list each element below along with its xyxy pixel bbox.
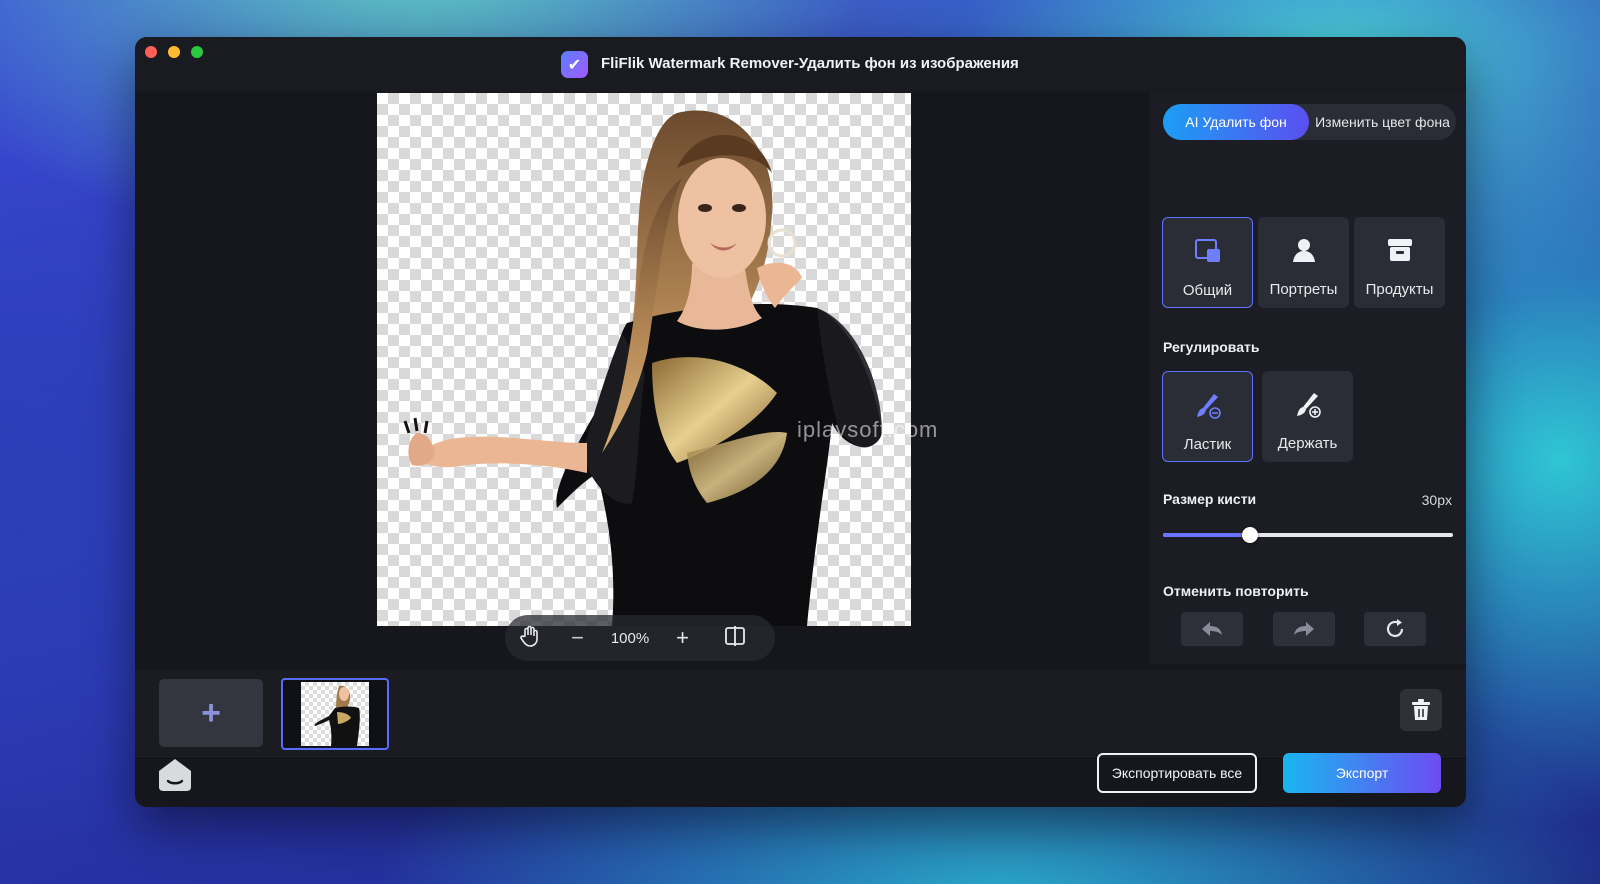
- title-bar: ✔ FliFlik Watermark Remover-Удалить фон …: [135, 37, 1466, 92]
- keep-tool-button[interactable]: Держать: [1262, 371, 1353, 462]
- undo-icon: [1202, 622, 1222, 636]
- adjust-heading: Регулировать: [1163, 339, 1260, 355]
- minimize-window-button[interactable]: [168, 46, 180, 58]
- zoom-out-button[interactable]: −: [555, 625, 600, 651]
- zoom-in-button[interactable]: +: [660, 625, 705, 651]
- brush-size-slider[interactable]: [1163, 527, 1453, 543]
- refresh-icon: [1386, 619, 1404, 638]
- window-title: FliFlik Watermark Remover-Удалить фон из…: [601, 55, 1019, 72]
- keep-tool-label: Держать: [1277, 435, 1338, 452]
- tab-change-bg-color[interactable]: Изменить цвет фона: [1309, 104, 1456, 140]
- mode-switch: AI Удалить фон Изменить цвет фона: [1163, 104, 1456, 140]
- tab-ai-remove-bg[interactable]: AI Удалить фон: [1163, 104, 1309, 140]
- undo-redo-heading: Отменить повторить: [1163, 583, 1309, 599]
- mode-portraits-label: Портреты: [1269, 281, 1338, 298]
- eraser-brush-icon: [1196, 394, 1221, 419]
- brush-size-fill: [1163, 533, 1250, 537]
- hand-pan-icon[interactable]: [505, 625, 555, 652]
- zoom-window-button[interactable]: [191, 46, 203, 58]
- mode-portraits-button[interactable]: Портреты: [1258, 217, 1349, 308]
- thumbnail-preview: [301, 682, 369, 746]
- thumbnail-strip: +: [135, 670, 1466, 758]
- reset-button[interactable]: [1364, 612, 1426, 646]
- mode-general-button[interactable]: Общий: [1162, 217, 1253, 308]
- add-image-button[interactable]: +: [159, 679, 263, 747]
- portrait-icon: [1292, 239, 1315, 262]
- canvas-area[interactable]: iplaysoft.com − 100% +: [135, 92, 1144, 664]
- compare-view-icon[interactable]: [705, 625, 765, 651]
- home-icon: [159, 759, 191, 791]
- trash-icon: [1412, 699, 1430, 720]
- eraser-tool-label: Ластик: [1183, 436, 1232, 453]
- footer-bar: Экспортировать все Экспорт: [135, 753, 1466, 807]
- app-window: ✔ FliFlik Watermark Remover-Удалить фон …: [135, 37, 1466, 807]
- close-window-button[interactable]: [145, 46, 157, 58]
- zoom-toolbar: − 100% +: [505, 615, 775, 661]
- redo-button[interactable]: [1273, 612, 1335, 646]
- eraser-tool-button[interactable]: Ластик: [1162, 371, 1253, 462]
- thumbnail-person: [314, 685, 360, 746]
- export-all-button[interactable]: Экспортировать все: [1097, 753, 1257, 793]
- brush-size-value: 30px: [1421, 492, 1452, 508]
- mode-general-label: Общий: [1182, 282, 1233, 299]
- delete-image-button[interactable]: [1400, 689, 1442, 731]
- image-preview[interactable]: [377, 93, 911, 626]
- redo-icon: [1294, 622, 1314, 636]
- brush-size-heading: Размер кисти: [1163, 491, 1257, 507]
- home-button[interactable]: [155, 755, 195, 795]
- keep-brush-icon: [1296, 393, 1321, 418]
- image-thumbnail[interactable]: [281, 678, 389, 750]
- mode-products-button[interactable]: Продукты: [1354, 217, 1445, 308]
- product-icon: [1387, 239, 1412, 261]
- mode-products-label: Продукты: [1365, 281, 1434, 298]
- app-logo-icon: ✔: [561, 51, 588, 78]
- undo-button[interactable]: [1181, 612, 1243, 646]
- settings-panel: AI Удалить фон Изменить цвет фона Общий …: [1150, 92, 1466, 664]
- general-icon: [1194, 239, 1220, 262]
- watermark-text: iplaysoft.com: [797, 417, 939, 442]
- export-button[interactable]: Экспорт: [1283, 753, 1441, 793]
- zoom-level: 100%: [610, 629, 650, 647]
- brush-size-thumb[interactable]: [1242, 527, 1258, 543]
- cutout-person: [403, 110, 882, 626]
